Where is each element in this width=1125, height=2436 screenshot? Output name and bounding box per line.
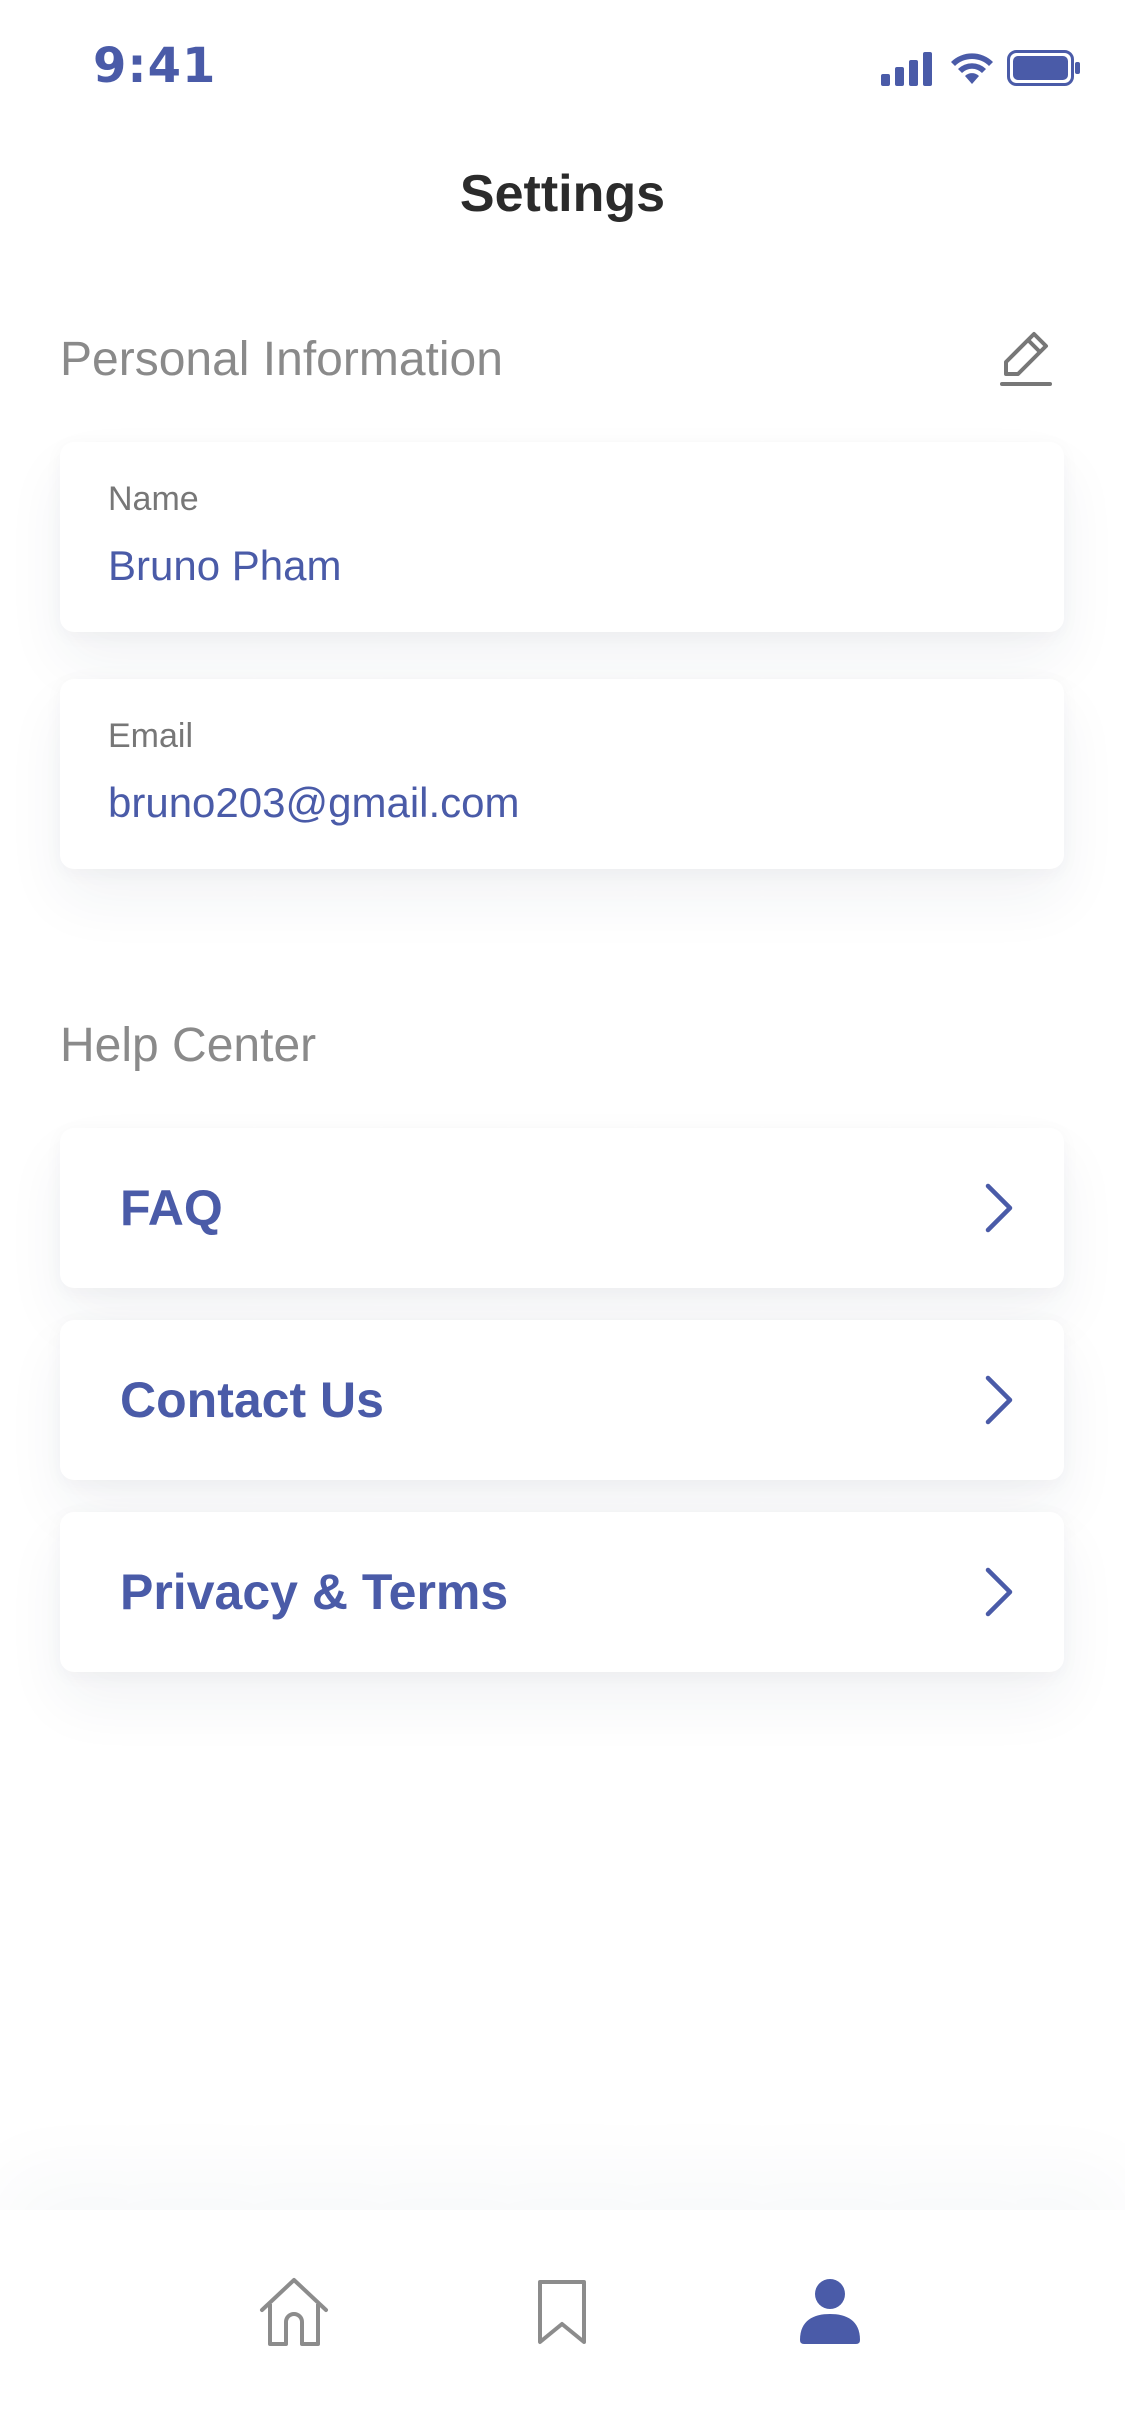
page-title: Settings [459,165,666,223]
pencil-icon [1000,332,1052,386]
faq-label: FAQ [120,1180,223,1236]
privacy-terms-item[interactable]: Privacy & Terms [60,1512,1064,1672]
email-field-card[interactable]: Email bruno203@gmail.com [60,679,1064,869]
contact-us-label: Contact Us [120,1372,384,1428]
tab-bar [0,2210,1125,2436]
name-field-card[interactable]: Name Bruno Pham [60,442,1064,632]
privacy-terms-label: Privacy & Terms [120,1564,509,1620]
edit-button[interactable] [994,326,1060,392]
chevron-right-icon [985,1567,1013,1617]
tab-home[interactable] [254,2272,334,2352]
status-bar: 9:41 [0,0,1125,132]
home-icon [260,2278,328,2346]
status-icons [881,48,1081,88]
bookmark-icon [538,2280,586,2344]
chevron-right-icon [985,1375,1013,1425]
tab-profile[interactable] [790,2272,870,2352]
chevron-right-icon [985,1183,1013,1233]
personal-info-section-title: Personal Information [60,333,503,386]
contact-us-item[interactable]: Contact Us [60,1320,1064,1480]
profile-icon [800,2279,860,2344]
status-time: 9:41 [93,38,217,94]
name-field-value: Bruno Pham [108,542,342,589]
tab-bookmarks[interactable] [522,2272,602,2352]
help-center-section-title: Help Center [60,1019,317,1072]
cellular-signal-icon [881,52,932,86]
email-field-value: bruno203@gmail.com [108,779,520,826]
name-field-label: Name [108,480,199,518]
email-field-label: Email [108,717,194,755]
battery-icon [1007,50,1080,86]
faq-item[interactable]: FAQ [60,1128,1064,1288]
wifi-icon [951,53,993,84]
